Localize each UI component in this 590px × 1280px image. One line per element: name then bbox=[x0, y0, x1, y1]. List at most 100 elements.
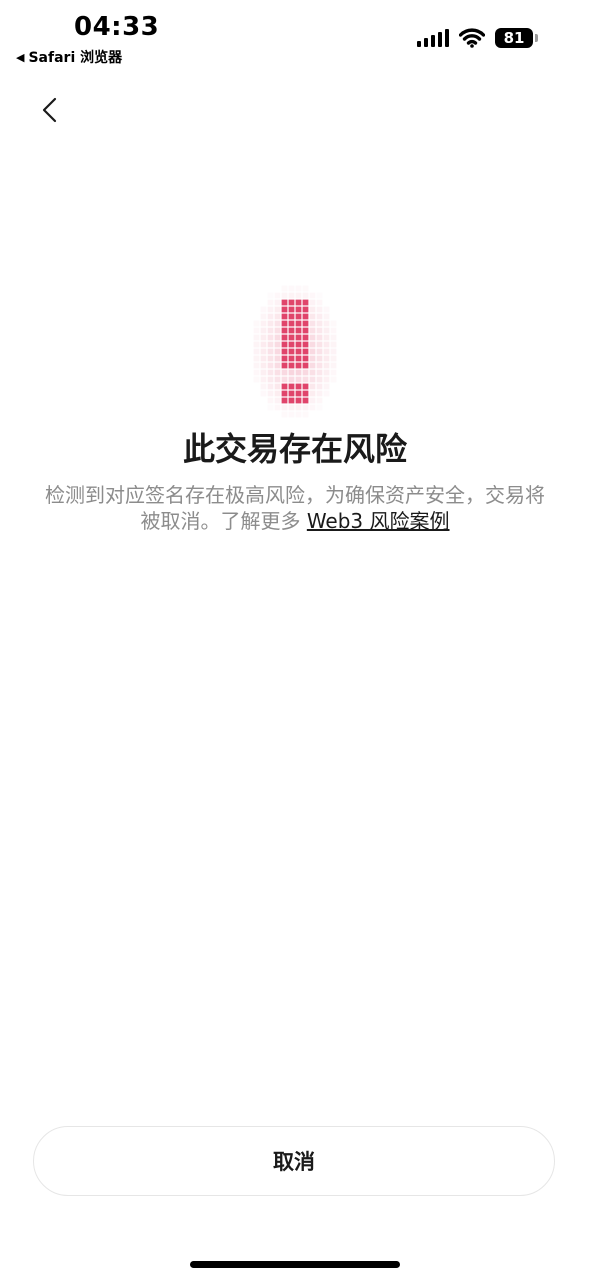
status-icons: 81 bbox=[417, 28, 538, 48]
glow-pixel bbox=[267, 348, 274, 355]
warning-pixel bbox=[302, 397, 309, 404]
glow-pixel bbox=[260, 376, 267, 383]
glow-pixel bbox=[254, 377, 260, 383]
glow-pixel bbox=[274, 327, 281, 334]
warning-pixel bbox=[288, 348, 295, 355]
warning-pixel bbox=[288, 320, 295, 327]
glow-pixel bbox=[323, 327, 330, 334]
cancel-button[interactable]: 取消 bbox=[33, 1126, 555, 1196]
glow-pixel bbox=[254, 321, 260, 327]
glow-pixel bbox=[295, 404, 302, 411]
glow-pixel bbox=[260, 383, 267, 390]
glow-pixel bbox=[316, 334, 323, 341]
glow-pixel bbox=[330, 334, 337, 341]
glow-pixel bbox=[316, 383, 323, 390]
glow-pixel bbox=[317, 293, 323, 299]
glow-pixel bbox=[253, 334, 260, 341]
glow-pixel bbox=[324, 391, 330, 397]
warning-pixel bbox=[302, 341, 309, 348]
glow-pixel bbox=[296, 286, 302, 292]
glow-pixel bbox=[309, 306, 316, 313]
warning-pixel bbox=[295, 390, 302, 397]
glow-pixel bbox=[324, 307, 330, 313]
glow-pixel bbox=[274, 320, 281, 327]
glow-pixel bbox=[323, 313, 330, 320]
back-button[interactable] bbox=[36, 92, 64, 128]
glow-pixel bbox=[323, 362, 330, 369]
glow-pixel bbox=[331, 321, 337, 327]
glow-pixel bbox=[274, 369, 281, 376]
glow-pixel bbox=[274, 390, 281, 397]
warning-pixel bbox=[288, 355, 295, 362]
warning-pixel bbox=[281, 306, 288, 313]
glow-pixel bbox=[316, 327, 323, 334]
back-to-app-link[interactable]: ◀ Safari 浏览器 bbox=[16, 47, 122, 67]
risk-description: 检测到对应签名存在极高风险，为确保资产安全，交易将被取消。了解更多 Web3 风… bbox=[36, 482, 554, 534]
glow-pixel bbox=[289, 286, 295, 292]
warning-pixel bbox=[281, 334, 288, 341]
back-triangle-icon: ◀ bbox=[16, 50, 25, 64]
glow-pixel bbox=[295, 292, 302, 299]
warning-pixel bbox=[302, 355, 309, 362]
warning-pixel bbox=[281, 320, 288, 327]
glow-pixel bbox=[309, 369, 316, 376]
warning-pixel bbox=[288, 313, 295, 320]
screen: 04:33 ◀ Safari 浏览器 81 此交易存在风险 检测到对应签名存在极… bbox=[0, 0, 590, 1280]
glow-pixel bbox=[274, 306, 281, 313]
glow-pixel bbox=[316, 320, 323, 327]
warning-pixel bbox=[302, 348, 309, 355]
glow-pixel bbox=[260, 362, 267, 369]
glow-pixel bbox=[309, 320, 316, 327]
glow-pixel bbox=[323, 341, 330, 348]
glow-pixel bbox=[274, 355, 281, 362]
glow-pixel bbox=[302, 292, 309, 299]
glow-pixel bbox=[267, 299, 274, 306]
glow-pixel bbox=[295, 376, 302, 383]
glow-pixel bbox=[274, 362, 281, 369]
warning-pixel bbox=[295, 348, 302, 355]
glow-pixel bbox=[309, 348, 316, 355]
warning-pixel bbox=[288, 306, 295, 313]
glow-pixel bbox=[260, 313, 267, 320]
warning-pixel bbox=[295, 383, 302, 390]
glow-pixel bbox=[267, 313, 274, 320]
warning-pixel bbox=[295, 355, 302, 362]
glow-pixel bbox=[268, 405, 274, 411]
glow-pixel bbox=[260, 341, 267, 348]
warning-pixel bbox=[295, 320, 302, 327]
glow-pixel bbox=[267, 369, 274, 376]
glow-pixel bbox=[289, 412, 295, 418]
signal-icon bbox=[417, 29, 449, 47]
glow-pixel bbox=[253, 369, 260, 376]
warning-pixel bbox=[281, 341, 288, 348]
glow-pixel bbox=[316, 341, 323, 348]
glow-pixel bbox=[309, 299, 316, 306]
glow-pixel bbox=[288, 376, 295, 383]
glow-pixel bbox=[316, 397, 323, 404]
glow-pixel bbox=[274, 334, 281, 341]
glow-pixel bbox=[309, 383, 316, 390]
warning-pixel bbox=[288, 362, 295, 369]
glow-pixel bbox=[274, 397, 281, 404]
glow-pixel bbox=[316, 390, 323, 397]
warning-pixel bbox=[295, 306, 302, 313]
warning-pixel bbox=[295, 341, 302, 348]
warning-pixel bbox=[302, 334, 309, 341]
battery-level: 81 bbox=[495, 28, 533, 48]
glow-pixel bbox=[323, 369, 330, 376]
web3-risk-cases-link[interactable]: Web3 风险案例 bbox=[307, 509, 450, 533]
glow-pixel bbox=[303, 286, 309, 292]
glow-pixel bbox=[253, 341, 260, 348]
glow-pixel bbox=[268, 293, 274, 299]
glow-pixel bbox=[309, 376, 316, 383]
glow-pixel bbox=[267, 397, 274, 404]
glow-pixel bbox=[281, 292, 288, 299]
warning-pixel bbox=[281, 355, 288, 362]
glow-pixel bbox=[267, 376, 274, 383]
glow-pixel bbox=[316, 376, 323, 383]
glow-pixel bbox=[330, 348, 337, 355]
glow-pixel bbox=[309, 327, 316, 334]
back-app-label: Safari 浏览器 bbox=[28, 50, 123, 66]
glow-pixel bbox=[303, 412, 309, 418]
glow-pixel bbox=[309, 355, 316, 362]
